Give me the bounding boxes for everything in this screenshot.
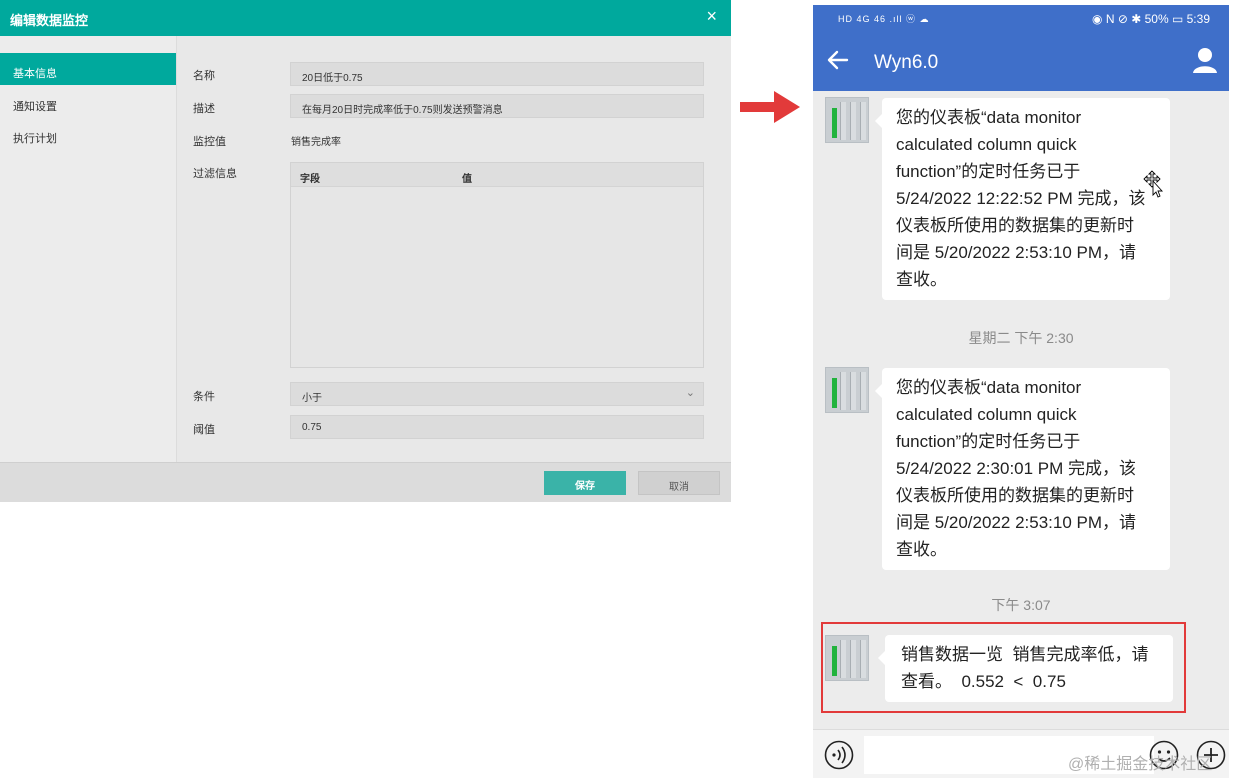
condition-select[interactable]: 小于 ⌄ (290, 382, 704, 406)
condition-selected-value: 小于 (302, 393, 322, 404)
status-bar: HD 4G 46 .ıll ⓦ ☁ ◉ N ⊘ ✱ 50% ▭ 5:39 (813, 5, 1229, 33)
name-label: 名称 (193, 70, 215, 82)
message-bubble[interactable]: 您的仪表板“data monitor calculated column qui… (875, 98, 1170, 300)
filter-table-header: 字段 值 (291, 163, 703, 187)
monitor-value-label: 监控值 (193, 136, 226, 148)
filter-table[interactable]: 字段 值 (290, 162, 704, 368)
voice-input-icon[interactable] (824, 740, 854, 770)
cancel-button[interactable]: 取消 (638, 471, 720, 495)
sender-avatar (825, 367, 869, 413)
watermark: @稀土掘金技术社区 (1068, 756, 1213, 773)
dialog-header: 编辑数据监控 × (0, 0, 731, 36)
condition-label: 条件 (193, 391, 215, 403)
message-bubble[interactable]: 您的仪表板“data monitor calculated column qui… (875, 368, 1170, 570)
user-icon[interactable] (1192, 46, 1218, 74)
status-bar-left: HD 4G 46 .ıll ⓦ ☁ (838, 14, 930, 24)
close-icon[interactable]: × (706, 7, 717, 25)
back-arrow-icon[interactable] (825, 47, 851, 73)
threshold-field[interactable]: 0.75 (290, 415, 704, 439)
monitor-value: 销售完成率 (291, 137, 341, 148)
filter-column-value: 值 (462, 174, 472, 185)
sidebar-item-notification-settings[interactable]: 通知设置 (0, 86, 176, 118)
status-bar-right: ◉ N ⊘ ✱ 50% ▭ 5:39 (1092, 12, 1210, 26)
chat-title: Wyn6.0 (874, 52, 939, 73)
name-field[interactable]: 20日低于0.75 (290, 62, 704, 86)
sender-avatar (825, 97, 869, 143)
phone-chat-screen: HD 4G 46 .ıll ⓦ ☁ ◉ N ⊘ ✱ 50% ▭ 5:39 Wyn… (813, 5, 1229, 778)
message-text: 您的仪表板“data monitor calculated column qui… (896, 108, 1146, 289)
sidebar-item-basic-info[interactable]: 基本信息 (0, 53, 176, 85)
description-field[interactable]: 在每月20日时完成率低于0.75则发送预警消息 (290, 94, 704, 118)
message-timestamp: 星期二 下午 2:30 (968, 330, 1074, 346)
description-label: 描述 (193, 103, 215, 115)
dialog-footer: 保存 取消 (0, 462, 731, 502)
filter-info-label: 过滤信息 (193, 168, 237, 180)
dialog-sidebar: 基本信息 通知设置 执行计划 (0, 36, 177, 462)
threshold-label: 阈值 (193, 424, 215, 436)
message-timestamp: 下午 3:07 (991, 597, 1051, 613)
app-bar: Wyn6.0 (813, 33, 1229, 91)
dialog-title: 编辑数据监控 (10, 13, 89, 28)
sidebar-item-execution-plan[interactable]: 执行计划 (0, 118, 176, 150)
save-button[interactable]: 保存 (544, 471, 626, 495)
move-cursor-icon (1143, 170, 1164, 198)
red-arrow-icon (740, 91, 800, 123)
edit-data-monitor-dialog: 编辑数据监控 × 基本信息 通知设置 执行计划 名称 20日低于0.75 描述 … (0, 0, 731, 502)
message-text: 您的仪表板“data monitor calculated column qui… (896, 378, 1137, 559)
filter-column-field: 字段 (300, 174, 320, 185)
chevron-down-icon: ⌄ (685, 387, 695, 399)
highlight-box (821, 622, 1186, 713)
dialog-form: 名称 20日低于0.75 描述 在每月20日时完成率低于0.75则发送预警消息 … (177, 36, 731, 462)
